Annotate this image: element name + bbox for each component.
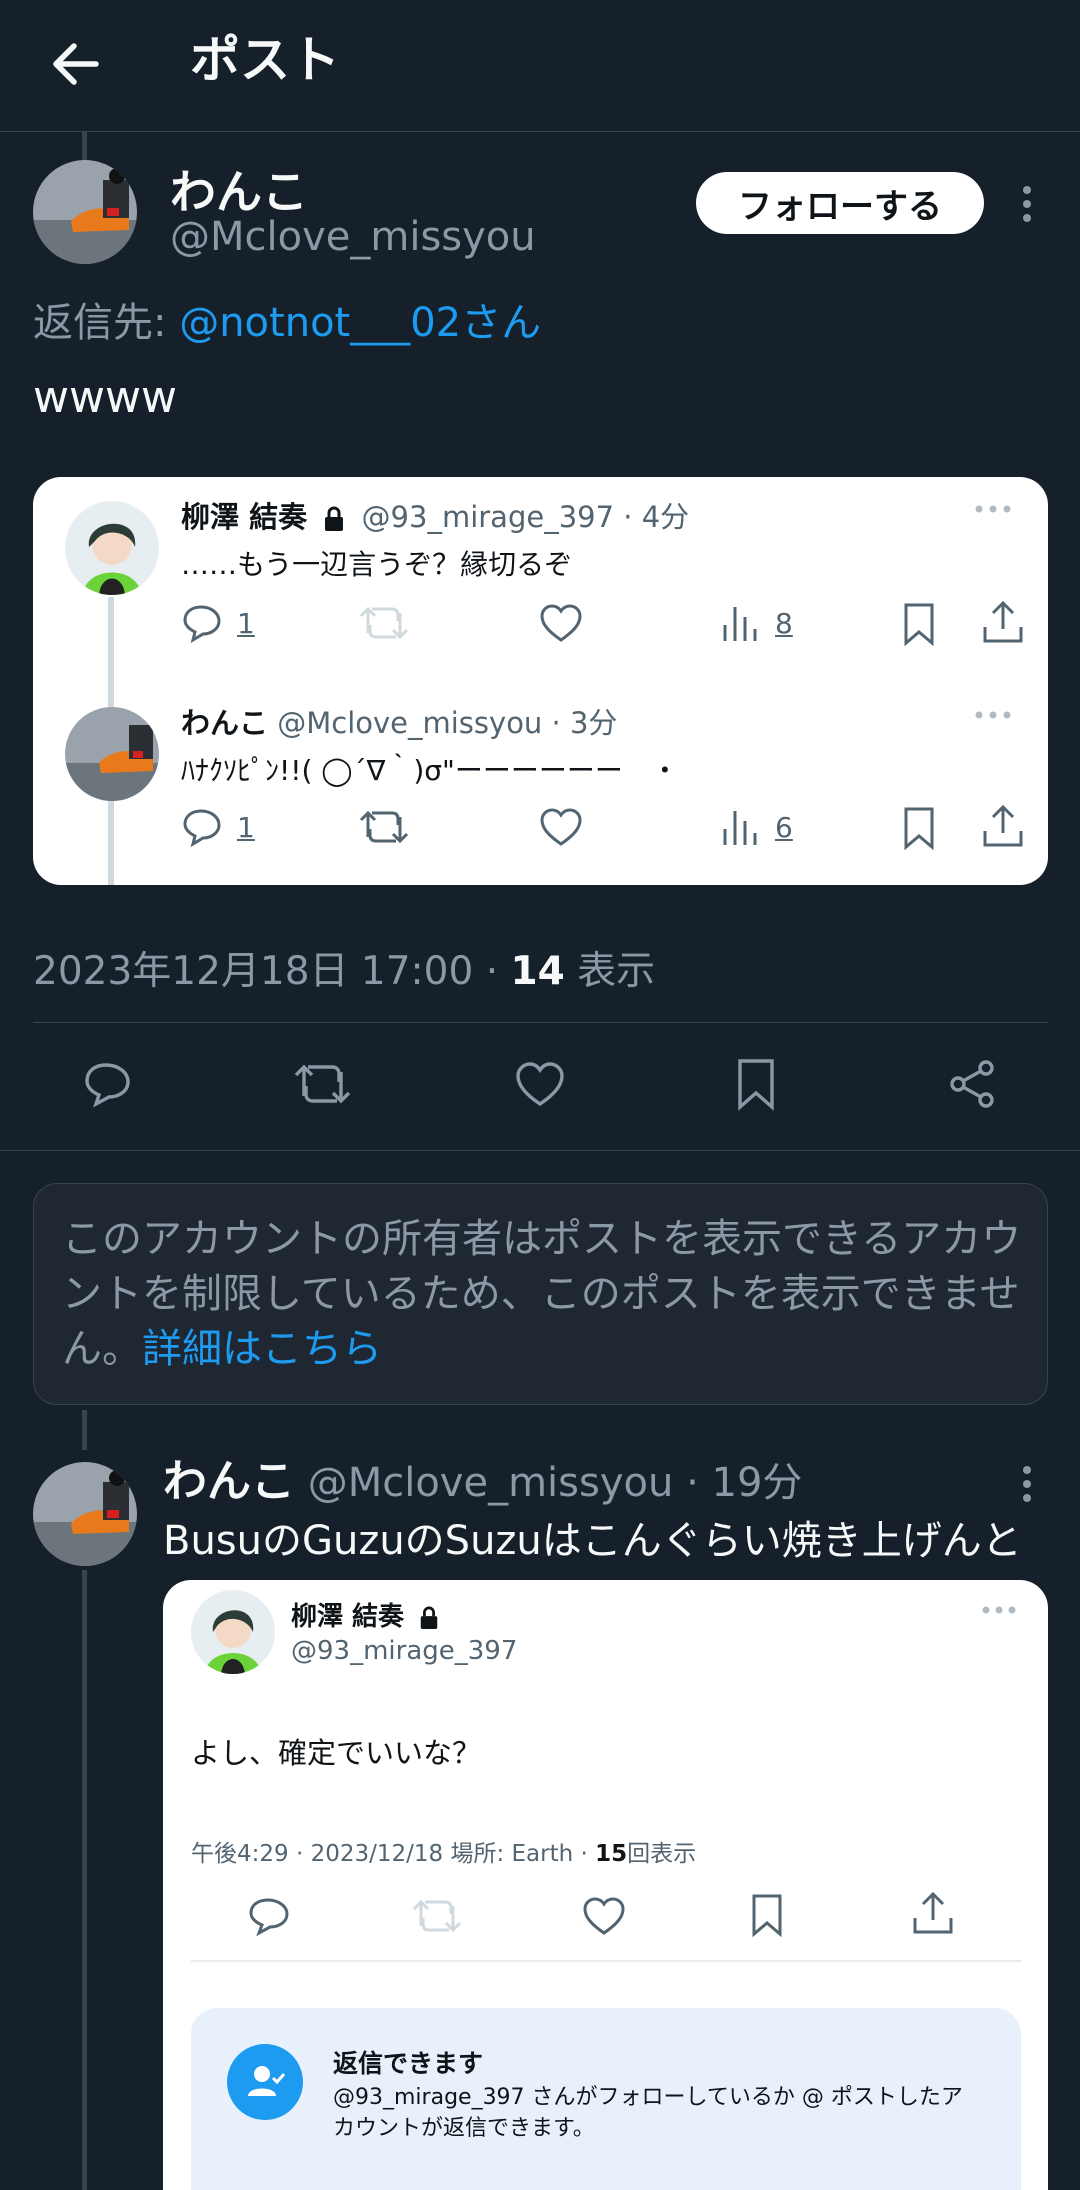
tweet-header: わんこ @Mclove_missyou · 3分 bbox=[181, 703, 617, 743]
embedded-image-detail[interactable]: 柳澤 結奏 @93_mirage_397 よし、確定でいいな？ 午後4:29 ·… bbox=[163, 1580, 1048, 2190]
bookmark-icon bbox=[901, 601, 937, 647]
tweet-header: 柳澤 結奏 @93_mirage_397 · 4分 bbox=[181, 497, 689, 537]
repost-icon[interactable] bbox=[292, 1058, 352, 1110]
bookmark-icon bbox=[901, 805, 937, 851]
notice-body: このアカウントの所有者はポストを表示できるアカウントを制限しているため、このポス… bbox=[62, 1212, 1022, 1377]
views-icon bbox=[719, 601, 759, 645]
author-name[interactable]: わんこ bbox=[170, 156, 308, 222]
reply-header: わんこ @Mclove_missyou · 19分 bbox=[163, 1454, 802, 1511]
share-icon[interactable] bbox=[946, 1058, 998, 1110]
author-handle[interactable]: @Mclove_missyou bbox=[170, 214, 536, 260]
reply-icon bbox=[247, 1894, 293, 1938]
tweet-time: · 4分 bbox=[623, 500, 690, 534]
more-options-icon[interactable] bbox=[1010, 184, 1044, 224]
reply-icon bbox=[181, 601, 225, 645]
thread-line bbox=[82, 1410, 87, 1450]
reply-prefix: 返信先: bbox=[33, 300, 167, 346]
divider bbox=[33, 1022, 1048, 1023]
tweet-name: わんこ bbox=[181, 706, 269, 740]
tweet-meta-text: 午後4:29 · 2023/12/18 場所: Earth · bbox=[191, 1841, 596, 1867]
more-options-icon[interactable] bbox=[1010, 1464, 1044, 1504]
bookmark-icon[interactable] bbox=[734, 1056, 778, 1112]
thread-line bbox=[82, 132, 87, 162]
post-time: · 19分 bbox=[686, 1460, 803, 1506]
repost-icon bbox=[358, 805, 410, 849]
tweet-name: 柳澤 結奏 bbox=[181, 500, 308, 534]
share-icon bbox=[911, 1890, 955, 1936]
share-icon bbox=[981, 599, 1025, 645]
reply-icon bbox=[181, 805, 225, 849]
reply-permission-title: 返信できます bbox=[333, 2049, 484, 2078]
tweet-handle: @93_mirage_397 bbox=[361, 500, 615, 534]
view-count: 8 bbox=[775, 607, 793, 640]
tweet-text: よし、確定でいいな？ bbox=[191, 1736, 482, 1770]
post-meta: 2023年12月18日 17:00 · 14 表示 bbox=[33, 940, 655, 996]
more-options-icon bbox=[973, 503, 1013, 515]
top-bar: ポスト bbox=[0, 0, 1080, 132]
divider bbox=[0, 1150, 1080, 1151]
post-text: BusuのGuzuのSuzuはこんぐらい焼き上げんと bbox=[163, 1518, 1022, 1564]
avatar bbox=[65, 707, 159, 801]
reply-permission-text: @93_mirage_397 さんがフォローしているか @ ポストしたアカウント… bbox=[333, 2085, 963, 2141]
views-label: 表示 bbox=[564, 949, 656, 994]
tweet-text: ……もう一辺言うぞ？縁切るぞ bbox=[181, 548, 573, 581]
lock-icon bbox=[418, 1605, 440, 1631]
page-title: ポスト bbox=[190, 31, 340, 89]
reply-permission-box: 返信できます @93_mirage_397 さんがフォローしているか @ ポスト… bbox=[191, 2008, 1021, 2190]
tweet-meta: 午後4:29 · 2023/12/18 場所: Earth · 15回表示 bbox=[191, 1834, 696, 1868]
lock-icon bbox=[322, 505, 346, 533]
like-icon bbox=[538, 601, 584, 645]
more-options-icon bbox=[973, 709, 1013, 721]
repost-icon bbox=[411, 1894, 463, 1938]
author-name[interactable]: わんこ bbox=[163, 1456, 295, 1507]
like-icon bbox=[581, 1894, 627, 1938]
more-options-icon bbox=[981, 1604, 1017, 1616]
post-timestamp[interactable]: 2023年12月18日 17:00 · bbox=[33, 949, 510, 994]
bookmark-icon bbox=[749, 1892, 785, 1938]
reply-icon[interactable] bbox=[82, 1058, 134, 1110]
tweet-time: · 3分 bbox=[551, 706, 618, 740]
share-icon bbox=[981, 803, 1025, 849]
views-count: 14 bbox=[510, 949, 565, 994]
views-label: 回表示 bbox=[627, 1841, 697, 1867]
post-text: wwww bbox=[33, 372, 177, 423]
avatar bbox=[191, 1590, 275, 1674]
views-icon bbox=[719, 805, 759, 849]
tweet-name: 柳澤 結奏 bbox=[291, 1602, 405, 1632]
reply-count: 1 bbox=[237, 607, 255, 640]
tweet-author: 柳澤 結奏 bbox=[291, 1600, 440, 1634]
tweet-handle: @Mclove_missyou bbox=[277, 706, 543, 740]
tweet-text: ﾊﾅｸｿﾋﾟﾝ!!( ◯´∇｀)σ"ーーーーーー ・ bbox=[181, 754, 679, 787]
follow-button[interactable]: フォローする bbox=[696, 172, 984, 234]
tweet-handle: @93_mirage_397 bbox=[291, 1636, 518, 1666]
user-check-icon bbox=[227, 2044, 303, 2120]
thread-line bbox=[82, 1570, 87, 2190]
embedded-image-thread[interactable]: 柳澤 結奏 @93_mirage_397 · 4分 ……もう一辺言うぞ？縁切るぞ… bbox=[33, 477, 1048, 885]
reply-to-link[interactable]: @notnot___02さん bbox=[179, 300, 541, 346]
like-icon[interactable] bbox=[513, 1058, 567, 1110]
avatar[interactable] bbox=[33, 1462, 137, 1566]
like-icon bbox=[538, 805, 584, 849]
reply-count: 1 bbox=[237, 811, 255, 844]
views-count: 15 bbox=[595, 1841, 628, 1867]
back-arrow-icon[interactable] bbox=[44, 32, 108, 96]
restricted-notice: このアカウントの所有者はポストを表示できるアカウントを制限しているため、このポス… bbox=[33, 1183, 1048, 1405]
avatar bbox=[65, 501, 159, 595]
repost-icon bbox=[358, 601, 410, 645]
details-link[interactable]: 詳細はこちら bbox=[142, 1326, 382, 1372]
reply-to-line: 返信先: @notnot___02さん bbox=[33, 290, 541, 348]
view-count: 6 bbox=[775, 811, 793, 844]
avatar[interactable] bbox=[33, 160, 137, 264]
author-handle[interactable]: @Mclove_missyou bbox=[308, 1460, 674, 1506]
divider bbox=[191, 1960, 1021, 1962]
